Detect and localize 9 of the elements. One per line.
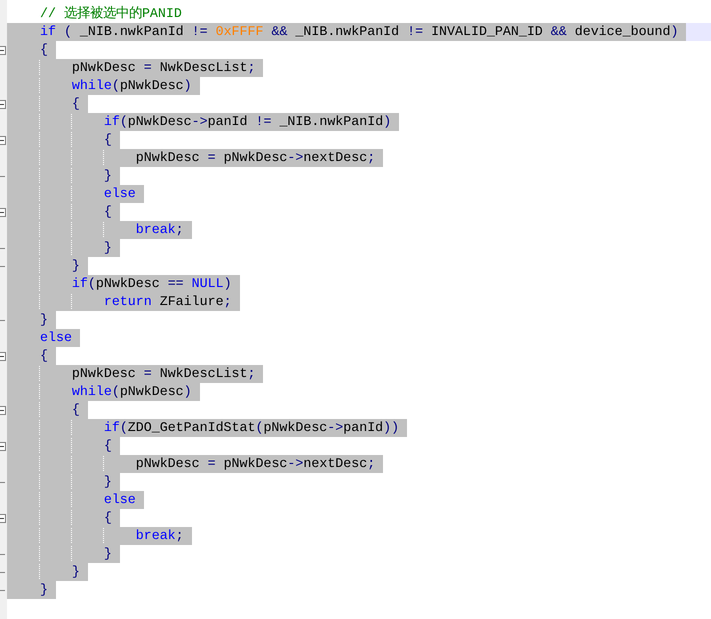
fold-collapse-icon[interactable] [0,406,6,414]
fold-collapse-icon[interactable] [0,514,6,522]
fold-collapse-icon[interactable] [0,100,6,108]
fold-collapse-icon[interactable] [0,208,6,216]
fold-collapse-icon[interactable] [0,136,6,144]
code-comment: // 选择被选中的PANID [39,5,183,23]
fold-collapse-icon[interactable] [0,442,6,450]
fold-collapse-icon[interactable] [0,46,6,54]
fold-collapse-icon[interactable] [0,352,6,360]
